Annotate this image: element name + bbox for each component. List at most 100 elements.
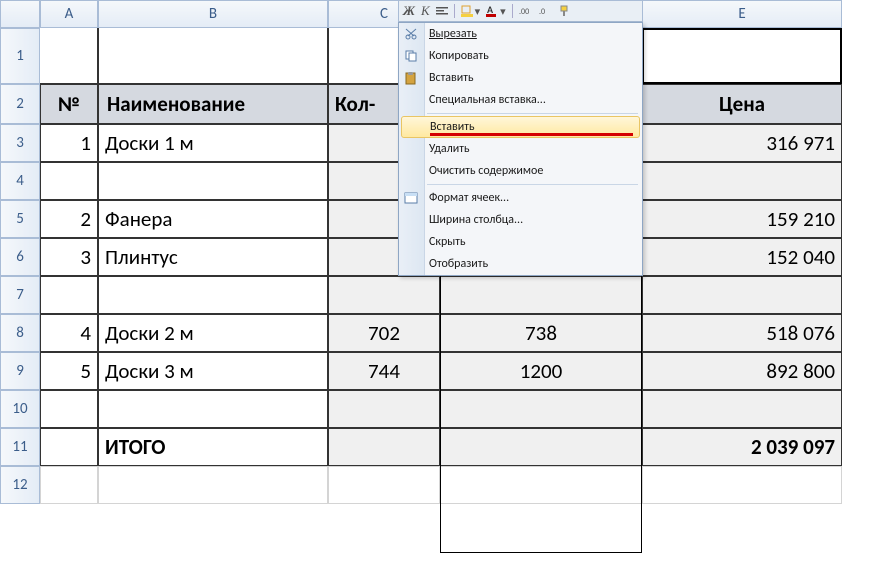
row-header-1[interactable]: 1: [0, 28, 40, 84]
bold-button[interactable]: Ж: [403, 3, 415, 19]
svg-text:.00: .00: [519, 7, 529, 17]
cell-D7[interactable]: [440, 276, 642, 314]
cell-A1[interactable]: [40, 28, 98, 84]
menu-column-width[interactable]: Ширина столбца...: [399, 209, 642, 231]
row-header-8[interactable]: 8: [0, 314, 40, 352]
menu-format-cells[interactable]: Формат ячеек...: [399, 187, 642, 209]
cell-B6[interactable]: Плинтус: [98, 238, 328, 276]
row-header-3[interactable]: 3: [0, 124, 40, 162]
cell-E12[interactable]: [642, 466, 842, 504]
menu-paste-special-label: Специальная вставка...: [429, 93, 546, 107]
cell-E9[interactable]: 892 800: [642, 352, 842, 390]
menu-clear[interactable]: Очистить содержимое: [399, 160, 642, 182]
cell-A12[interactable]: [40, 466, 98, 504]
menu-hide-label: Скрыть: [429, 235, 466, 249]
menu-copy[interactable]: Копировать: [399, 45, 642, 67]
cell-E2[interactable]: Цена: [642, 84, 842, 124]
highlight-underline: [430, 133, 633, 136]
cell-A2[interactable]: №: [40, 84, 98, 124]
align-button[interactable]: [436, 5, 448, 17]
menu-paste[interactable]: Вставить: [399, 67, 642, 89]
row-header-7[interactable]: 7: [0, 276, 40, 314]
fill-color-button[interactable]: ▾: [461, 5, 481, 18]
cell-E4[interactable]: [642, 162, 842, 200]
col-header-A[interactable]: A: [40, 0, 98, 28]
cell-C11[interactable]: [328, 428, 440, 466]
menu-hide[interactable]: Скрыть: [399, 231, 642, 253]
copy-icon: [403, 48, 419, 64]
menu-paste-label: Вставить: [429, 71, 474, 85]
cell-B3[interactable]: Доски 1 м: [98, 124, 328, 162]
menu-clear-label: Очистить содержимое: [429, 164, 543, 178]
cell-C9[interactable]: 744: [328, 352, 440, 390]
menu-insert[interactable]: Вставить: [401, 116, 640, 138]
cell-A8[interactable]: 4: [40, 314, 98, 352]
cell-B8[interactable]: Доски 2 м: [98, 314, 328, 352]
cell-C8[interactable]: 702: [328, 314, 440, 352]
row-header-10[interactable]: 10: [0, 390, 40, 428]
select-all-corner[interactable]: [0, 0, 40, 28]
menu-delete-label: Удалить: [429, 142, 470, 156]
cell-A6[interactable]: 3: [40, 238, 98, 276]
menu-delete[interactable]: Удалить: [399, 138, 642, 160]
cell-A10[interactable]: [40, 390, 98, 428]
font-color-button[interactable]: A▾: [486, 5, 506, 18]
separator: [454, 4, 455, 18]
cell-E3[interactable]: 316 971: [642, 124, 842, 162]
format-cells-icon: [403, 190, 419, 206]
menu-unhide-label: Отобразить: [429, 257, 488, 271]
cell-B4[interactable]: [98, 162, 328, 200]
cell-E8[interactable]: 518 076: [642, 314, 842, 352]
cell-B2[interactable]: Наименование: [98, 84, 328, 124]
cell-B1[interactable]: [98, 28, 328, 84]
menu-column-width-label: Ширина столбца...: [429, 213, 523, 227]
cell-D11[interactable]: [440, 428, 642, 466]
cell-E7[interactable]: [642, 276, 842, 314]
cell-E10[interactable]: [642, 390, 842, 428]
menu-separator: [427, 184, 638, 185]
cell-B10[interactable]: [98, 390, 328, 428]
italic-button[interactable]: К: [421, 3, 430, 19]
cell-E1[interactable]: [642, 28, 842, 84]
cell-B9[interactable]: Доски 3 м: [98, 352, 328, 390]
cell-A5[interactable]: 2: [40, 200, 98, 238]
cell-A4[interactable]: [40, 162, 98, 200]
cell-A7[interactable]: [40, 276, 98, 314]
cell-B7[interactable]: [98, 276, 328, 314]
cell-A9[interactable]: 5: [40, 352, 98, 390]
row-header-12[interactable]: 12: [0, 466, 40, 504]
menu-cut-label: Вырезать: [429, 27, 477, 41]
cell-B11[interactable]: ИТОГО: [98, 428, 328, 466]
row-header-9[interactable]: 9: [0, 352, 40, 390]
col-header-B[interactable]: B: [98, 0, 328, 28]
menu-cut[interactable]: Вырезать: [399, 23, 642, 45]
separator: [512, 4, 513, 18]
row-header-4[interactable]: 4: [0, 162, 40, 200]
cell-E11[interactable]: 2 039 097: [642, 428, 842, 466]
row-header-6[interactable]: 6: [0, 238, 40, 276]
cell-C10[interactable]: [328, 390, 440, 428]
format-painter-button[interactable]: [559, 5, 571, 17]
cell-B12[interactable]: [98, 466, 328, 504]
cell-A3[interactable]: 1: [40, 124, 98, 162]
increase-decimal-button[interactable]: .0: [539, 5, 553, 17]
cell-C7[interactable]: [328, 276, 440, 314]
row-header-5[interactable]: 5: [0, 200, 40, 238]
cell-E6[interactable]: 152 040: [642, 238, 842, 276]
cell-A11[interactable]: [40, 428, 98, 466]
row-header-2[interactable]: 2: [0, 84, 40, 124]
cell-C12[interactable]: [328, 466, 440, 504]
col-header-E[interactable]: E: [642, 0, 842, 28]
decrease-decimal-button[interactable]: .00: [519, 5, 533, 17]
cell-D9[interactable]: 1200: [440, 352, 642, 390]
cell-D12[interactable]: [440, 466, 642, 504]
svg-text:.0: .0: [539, 7, 545, 17]
menu-separator: [427, 113, 638, 114]
menu-paste-special[interactable]: Специальная вставка...: [399, 89, 642, 111]
menu-unhide[interactable]: Отобразить: [399, 253, 642, 275]
cell-E5[interactable]: 159 210: [642, 200, 842, 238]
cell-D10[interactable]: [440, 390, 642, 428]
row-header-11[interactable]: 11: [0, 428, 40, 466]
cell-B5[interactable]: Фанера: [98, 200, 328, 238]
cell-D8[interactable]: 738: [440, 314, 642, 352]
